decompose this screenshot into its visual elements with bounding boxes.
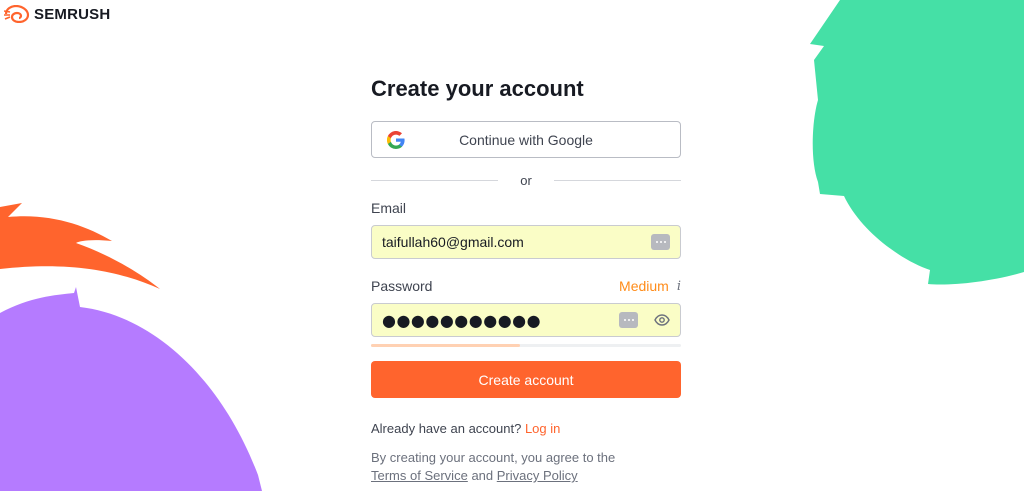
password-strength-value: Medium xyxy=(619,278,669,294)
email-value: taifullah60@gmail.com xyxy=(382,234,524,250)
password-field[interactable]: ●●●●●●●●●●● xyxy=(371,303,681,337)
brand-logo[interactable]: SEMRUSH xyxy=(4,5,110,23)
or-text: or xyxy=(520,172,532,188)
terms-of-service-link[interactable]: Terms of Service xyxy=(371,468,468,483)
or-divider: or xyxy=(371,171,681,189)
info-icon[interactable]: i xyxy=(677,279,681,294)
divider-line-left xyxy=(371,179,498,181)
terms-notice: By creating your account, you agree to t… xyxy=(371,449,681,485)
google-button-label: Continue with Google xyxy=(459,131,593,148)
password-masked-value: ●●●●●●●●●●● xyxy=(382,310,542,330)
orange-decorative-shape xyxy=(0,203,160,289)
login-link[interactable]: Log in xyxy=(525,421,560,436)
green-decorative-shape xyxy=(810,0,1024,285)
semrush-flame-icon xyxy=(4,5,30,23)
eye-icon[interactable] xyxy=(654,313,670,327)
privacy-policy-link[interactable]: Privacy Policy xyxy=(497,468,578,483)
password-strength-meter xyxy=(371,344,681,347)
password-strength-meter-fill xyxy=(371,344,520,347)
brand-name: SEMRUSH xyxy=(34,5,111,23)
password-strength: Medium i xyxy=(619,278,681,294)
signup-form: Create your account Continue with Google… xyxy=(371,70,681,483)
email-label: Email xyxy=(371,200,407,216)
password-manager-key-icon[interactable] xyxy=(619,312,638,328)
password-label: Password xyxy=(371,278,433,294)
page-title: Create your account xyxy=(371,76,584,101)
login-prompt-text: Already have an account? xyxy=(371,421,522,436)
terms-prefix: By creating your account, you agree to t… xyxy=(371,450,616,465)
divider-line-right xyxy=(554,179,681,181)
purple-decorative-shape xyxy=(0,287,262,491)
login-prompt: Already have an account? Log in xyxy=(371,421,560,436)
terms-and: and xyxy=(471,468,494,483)
password-manager-key-icon[interactable] xyxy=(651,234,670,250)
create-account-button[interactable]: Create account xyxy=(371,361,681,398)
email-field[interactable]: taifullah60@gmail.com xyxy=(371,225,681,259)
google-g-icon xyxy=(387,131,405,149)
continue-with-google-button[interactable]: Continue with Google xyxy=(371,121,681,158)
